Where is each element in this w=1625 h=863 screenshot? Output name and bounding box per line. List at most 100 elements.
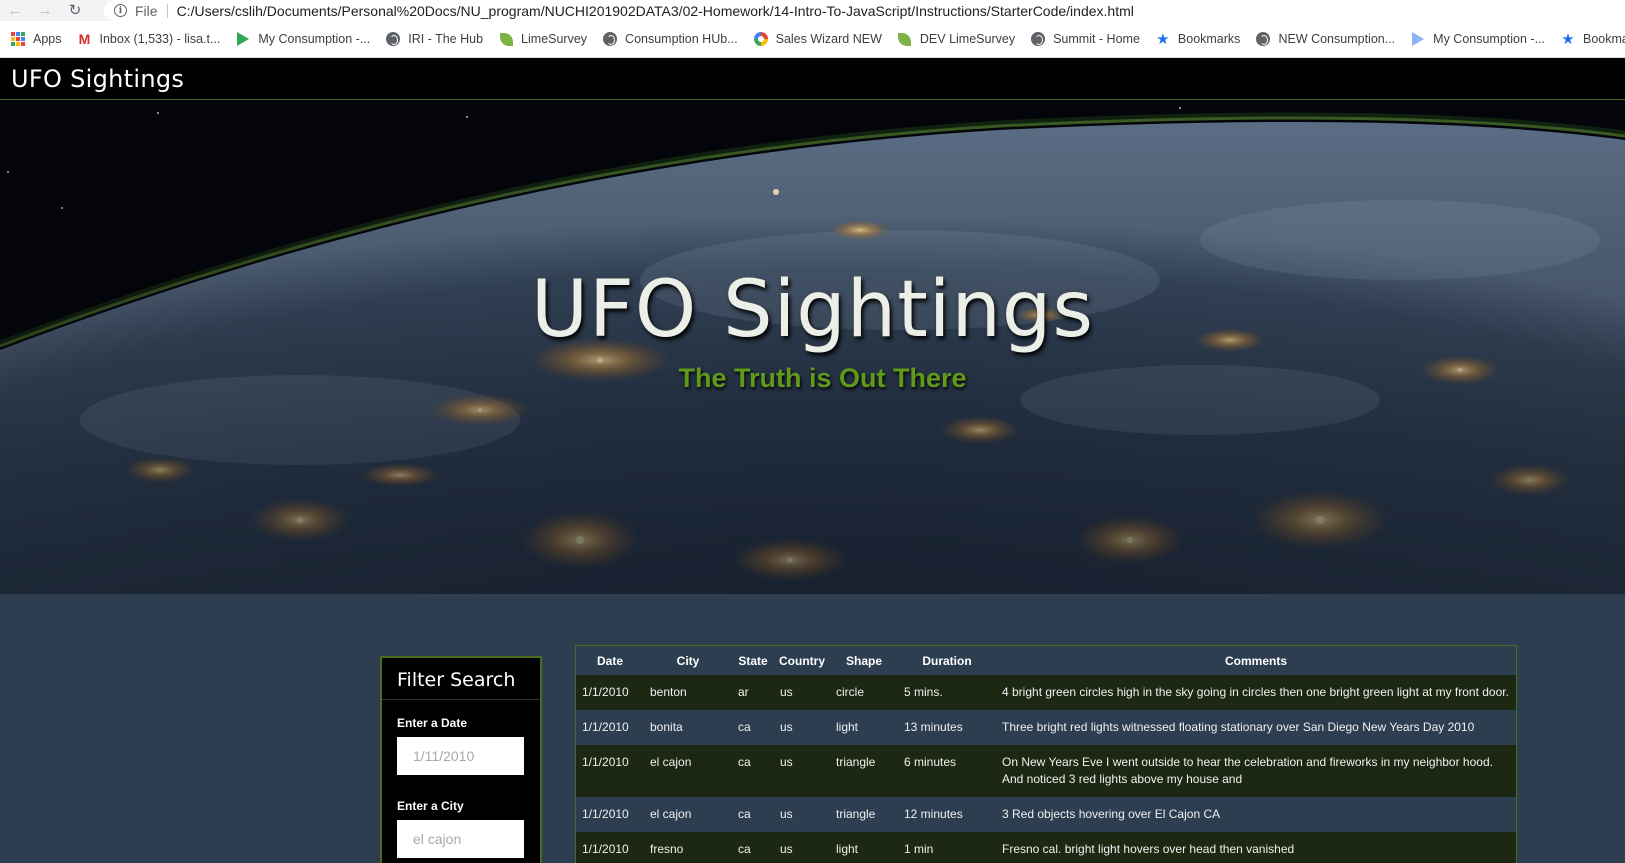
city-cell: fresno: [650, 842, 684, 856]
hero-subtitle: The Truth is Out There: [678, 363, 967, 393]
bookmark-label: My Consumption -...: [258, 32, 371, 46]
country-cell: us: [780, 755, 793, 769]
bookmark-label: Summit - Home: [1053, 32, 1140, 46]
column-header-country: Country: [774, 646, 830, 675]
sightings-table: Date City State Country Shape Duration Comment…: [576, 646, 1516, 863]
bookmark-label: Consumption HUb...: [625, 32, 738, 46]
bookmark-item[interactable]: DEV LimeSurvey: [897, 31, 1015, 47]
bookmark-item[interactable]: Apps: [10, 31, 62, 47]
duration-cell: 5 mins.: [904, 685, 943, 699]
city-cell: bonita: [650, 720, 683, 734]
date-cell: 1/1/2010: [582, 720, 629, 734]
table-row: 1/1/2010 fresno ca us light 1 min Fresno cal. …: [576, 832, 1516, 863]
bookmark-label: DEV LimeSurvey: [919, 32, 1016, 46]
globe-icon: [602, 31, 618, 47]
comments-cell: Three bright red lights witnessed floati…: [1002, 720, 1475, 734]
column-header-comments: Comments: [996, 646, 1516, 675]
info-icon[interactable]: i: [114, 4, 127, 17]
country-cell: us: [780, 720, 793, 734]
comments-cell: 3 Red objects hovering over El Cajon CA: [1002, 807, 1221, 821]
city-input[interactable]: [397, 820, 524, 858]
duration-cell: 6 minutes: [904, 755, 957, 769]
state-cell: ca: [738, 755, 751, 769]
date-cell: 1/1/2010: [582, 685, 629, 699]
shape-cell: light: [836, 842, 859, 856]
country-cell: us: [780, 685, 793, 699]
bookmark-item[interactable]: IRI - The Hub: [385, 31, 483, 47]
bookmarks-bar: Apps M Inbox (1,533) - lisa.t... My Consump…: [0, 21, 1625, 58]
bookmark-label: LimeSurvey: [521, 32, 588, 46]
state-cell: ar: [738, 685, 749, 699]
column-header-duration: Duration: [898, 646, 996, 675]
date-cell: 1/1/2010: [582, 807, 629, 821]
star-icon: ★: [1156, 30, 1170, 48]
address-bar[interactable]: i File C:/Users/cslih/Documents/Personal…: [104, 0, 1625, 21]
city-cell: el cajon: [650, 807, 692, 821]
bookmark-item[interactable]: ★ Bookmark: [1560, 31, 1625, 47]
column-header-city: City: [644, 646, 732, 675]
site-navbar: UFO Sightings: [0, 58, 1625, 100]
bookmark-item[interactable]: M Inbox (1,533) - lisa.t...: [77, 31, 221, 47]
limesurvey-icon: [498, 31, 514, 47]
column-header-date: Date: [576, 646, 644, 675]
city-label: Enter a City: [397, 799, 464, 813]
star-icon: ★: [1561, 30, 1575, 48]
bookmark-label: NEW Consumption...: [1278, 32, 1396, 46]
bookmark-item[interactable]: My Consumption -...: [1410, 31, 1545, 47]
city-cell: benton: [650, 685, 687, 699]
table-row: 1/1/2010 el cajon ca us triangle 12 minutes 3 …: [576, 797, 1516, 832]
url-text[interactable]: C:/Users/cslih/Documents/Personal%20Docs…: [177, 3, 1134, 19]
filter-panel: Filter Search Enter a Date Enter a City: [380, 656, 542, 863]
shape-cell: triangle: [836, 807, 876, 821]
date-input[interactable]: [397, 737, 524, 775]
bookmark-label: Inbox (1,533) - lisa.t...: [99, 32, 221, 46]
forward-arrow-icon[interactable]: →: [30, 0, 60, 21]
bookmark-item[interactable]: Sales Wizard NEW: [753, 31, 882, 47]
comments-cell: Fresno cal. bright light hovers over hea…: [1002, 842, 1295, 856]
globe-icon: [385, 31, 401, 47]
country-cell: us: [780, 807, 793, 821]
duration-cell: 13 minutes: [904, 720, 963, 734]
table-header-row: Date City State Country Shape Duration Comment…: [576, 646, 1516, 675]
date-label: Enter a Date: [397, 716, 468, 730]
reload-icon[interactable]: ↻: [60, 0, 90, 21]
limesurvey-icon: [897, 31, 913, 47]
bookmark-label: Apps: [33, 32, 62, 46]
back-arrow-icon[interactable]: ←: [0, 0, 30, 21]
comments-cell: On New Years Eve I went outside to hear …: [1002, 755, 1493, 786]
shape-cell: triangle: [836, 755, 876, 769]
state-cell: ca: [738, 720, 751, 734]
city-cell: el cajon: [650, 755, 692, 769]
duration-cell: 1 min: [904, 842, 934, 856]
url-scheme: File: [135, 3, 168, 18]
bookmark-item[interactable]: ★ Bookmarks: [1155, 30, 1241, 48]
apps-grid-icon: [10, 31, 26, 47]
bookmark-label: Bookmarks: [1177, 32, 1241, 46]
column-header-state: State: [732, 646, 774, 675]
bookmark-label: IRI - The Hub: [408, 32, 484, 46]
play-icon: [235, 31, 251, 47]
sightings-table-container: Date City State Country Shape Duration Comment…: [575, 645, 1517, 863]
bookmark-item[interactable]: LimeSurvey: [498, 31, 587, 47]
hero-banner: UFO Sightings The Truth is Out There: [0, 100, 1625, 594]
play-icon: [1410, 31, 1426, 47]
bookmark-item[interactable]: Consumption HUb...: [602, 31, 738, 47]
bookmark-item[interactable]: Summit - Home: [1030, 31, 1140, 47]
shape-cell: circle: [836, 685, 865, 699]
column-header-shape: Shape: [830, 646, 898, 675]
table-body: 1/1/2010 benton ar us circle 5 mins. 4 bright …: [576, 675, 1516, 863]
bookmark-label: My Consumption -...: [1433, 32, 1545, 46]
shape-cell: light: [836, 720, 859, 734]
bookmark-item[interactable]: NEW Consumption...: [1255, 31, 1395, 47]
globe-icon: [1255, 31, 1271, 47]
table-row: 1/1/2010 el cajon ca us triangle 6 minutes On …: [576, 745, 1516, 797]
navbar-brand[interactable]: UFO Sightings: [11, 65, 184, 93]
globe-icon: [1030, 31, 1046, 47]
table-row: 1/1/2010 bonita ca us light 13 minutes Three b…: [576, 710, 1516, 745]
bookmark-item[interactable]: My Consumption -...: [235, 31, 370, 47]
browser-toolbar: ← → ↻ i File C:/Users/cslih/Documents/Pe…: [0, 0, 1625, 21]
date-cell: 1/1/2010: [582, 842, 629, 856]
duration-cell: 12 minutes: [904, 807, 963, 821]
bookmark-label: Bookmark: [1583, 32, 1625, 46]
gmail-icon: M: [78, 31, 91, 47]
